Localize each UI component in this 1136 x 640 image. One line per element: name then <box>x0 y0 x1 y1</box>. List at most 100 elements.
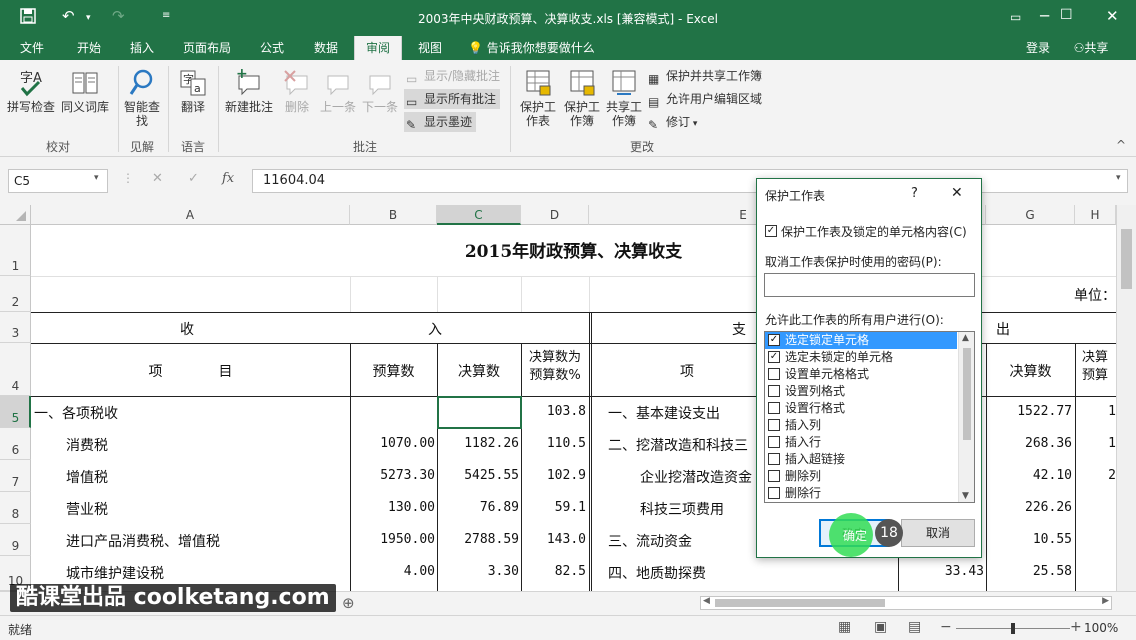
checkbox-icon <box>768 470 780 482</box>
track-changes-button[interactable]: ✎ 修订 ▾ <box>646 112 706 132</box>
tab-insert[interactable]: 插入 <box>118 36 166 60</box>
formula-input[interactable]: 11604.04 <box>252 169 1128 193</box>
previous-comment-icon <box>323 68 353 98</box>
column-header-b[interactable]: B <box>350 205 437 225</box>
share-button[interactable]: ⚇共享 <box>1062 36 1120 60</box>
ratio-cell: 143.0 <box>546 532 586 547</box>
row-header-2[interactable]: 2 <box>0 276 31 312</box>
column-header-h[interactable]: H <box>1075 205 1116 225</box>
zoom-out-icon[interactable]: − <box>940 619 952 635</box>
protect-sheet-button[interactable]: 保护工作表 <box>516 68 560 128</box>
step-badge: 18 <box>875 519 903 547</box>
row-header-3[interactable]: 3 <box>0 312 31 343</box>
maximize-icon[interactable]: ☐ <box>1060 7 1073 23</box>
protect-contents-checkbox[interactable]: ✓ 保护工作表及锁定的单元格内容(C) <box>765 223 979 239</box>
password-input[interactable] <box>764 273 975 297</box>
translate-button[interactable]: 字a 翻译 <box>174 68 212 114</box>
name-box[interactable]: C5 <box>8 169 108 193</box>
select-all-corner[interactable] <box>0 205 31 225</box>
column-header-g[interactable]: G <box>986 205 1075 225</box>
spelling-button[interactable]: 字A 拼写检查 <box>6 68 56 114</box>
row-header-9[interactable]: 9 <box>0 524 31 556</box>
allow-edit-ranges-button[interactable]: ▤ 允许用户编辑区域 <box>646 89 766 109</box>
share-workbook-button[interactable]: 共享工作簿 <box>604 68 644 128</box>
window-title: 2003年中央财政预算、决算收支.xls [兼容模式] - Excel <box>418 12 718 26</box>
row-header-1[interactable]: 1 <box>0 225 31 276</box>
active-cell-c5[interactable] <box>437 396 522 429</box>
expand-formula-icon[interactable]: ▾ <box>1116 173 1121 183</box>
column-header-a[interactable]: A <box>31 205 350 225</box>
chevron-down-icon[interactable]: ▼ <box>962 491 969 501</box>
list-item[interactable]: 删除行 <box>765 485 957 502</box>
insert-function-icon[interactable]: fx <box>222 171 234 186</box>
column-header-d[interactable]: D <box>521 205 589 225</box>
row-header-4[interactable]: 4 <box>0 343 31 396</box>
list-item[interactable]: 设置行格式 <box>765 400 957 417</box>
header-ratio: 决算数为预算数% <box>528 350 581 383</box>
zoom-slider-thumb[interactable] <box>1011 623 1015 634</box>
chevron-up-icon[interactable]: ▲ <box>962 333 969 343</box>
page-layout-view-icon[interactable]: ▣ <box>874 619 887 635</box>
list-scrollbar[interactable]: ▲ ▼ <box>958 332 974 502</box>
row-header-6[interactable]: 6 <box>0 428 31 460</box>
zoom-level[interactable]: 100% <box>1084 621 1118 635</box>
expense-label-left: 支 <box>732 322 746 338</box>
scroll-left-icon[interactable]: ◀ <box>703 596 710 606</box>
expense-final-cell: 1522.77 <box>1017 404 1072 419</box>
zoom-in-icon[interactable]: + <box>1070 619 1082 635</box>
column-header-c[interactable]: C <box>437 205 521 225</box>
close-icon[interactable]: ✕ <box>1106 7 1119 25</box>
expense-final-cell: 268.36 <box>1025 436 1072 451</box>
cancel-button[interactable]: 取消 <box>901 519 975 547</box>
protect-workbook-button[interactable]: 保护工作簿 <box>560 68 604 128</box>
ratio-cell: 110.5 <box>546 436 586 451</box>
tab-home[interactable]: 开始 <box>64 36 114 60</box>
tell-me-box[interactable]: 💡 告诉我你想要做什么 <box>468 36 608 60</box>
list-item[interactable]: 设置列格式 <box>765 383 957 400</box>
permissions-list[interactable]: ✓ 选定锁定单元格 ✓ 选定未锁定的单元格 设置单元格格式 设置列格式 设置行格式 … <box>764 331 975 503</box>
budget-cell: 4.00 <box>403 564 435 579</box>
status-ready: 就绪 <box>8 623 33 637</box>
list-item[interactable]: 删除列 <box>765 468 957 485</box>
show-all-comments-button[interactable]: ▭ 显示所有批注 <box>404 89 500 109</box>
name-box-dropdown-icon[interactable]: ▾ <box>94 173 99 183</box>
horizontal-scrollbar[interactable]: ◀ ▶ <box>700 596 1112 610</box>
ribbon-display-icon[interactable]: ▭ <box>1010 10 1021 24</box>
page-break-view-icon[interactable]: ▤ <box>908 619 921 635</box>
zoom-slider[interactable] <box>956 623 1070 634</box>
scroll-thumb[interactable] <box>715 599 885 607</box>
scroll-thumb[interactable] <box>963 348 971 440</box>
row-header-7[interactable]: 7 <box>0 460 31 492</box>
new-comment-button[interactable]: + 新建批注 <box>222 66 276 114</box>
tab-data[interactable]: 数据 <box>302 36 350 60</box>
tab-view[interactable]: 视图 <box>406 36 454 60</box>
comments-icon: ▭ <box>406 95 418 109</box>
list-item[interactable]: 插入行 <box>765 434 957 451</box>
tab-formulas[interactable]: 公式 <box>248 36 296 60</box>
list-item[interactable]: 设置单元格格式 <box>765 366 957 383</box>
minimize-icon[interactable]: ─ <box>1040 7 1049 25</box>
tab-review[interactable]: 审阅 <box>354 36 402 60</box>
login-link[interactable]: 登录 <box>1020 36 1056 60</box>
list-item[interactable]: ✓ 选定锁定单元格 <box>765 332 957 349</box>
tab-file[interactable]: 文件 <box>8 36 56 60</box>
smart-lookup-button[interactable]: 智能查找 <box>124 68 160 128</box>
share-workbook-icon <box>609 68 639 98</box>
help-icon[interactable]: ? <box>911 186 918 201</box>
tab-page-layout[interactable]: 页面布局 <box>172 36 242 60</box>
thesaurus-button[interactable]: 同义词库 <box>58 68 112 114</box>
scroll-right-icon[interactable]: ▶ <box>1102 596 1109 606</box>
show-ink-button[interactable]: ✎ 显示墨迹 <box>404 112 476 132</box>
add-sheet-icon[interactable]: ⊕ <box>342 594 355 612</box>
scroll-thumb[interactable] <box>1121 229 1132 289</box>
vertical-scrollbar[interactable] <box>1116 205 1136 591</box>
row-header-5[interactable]: 5 <box>0 396 31 428</box>
protect-share-button[interactable]: ▦ 保护并共享工作簿 <box>646 66 766 86</box>
dialog-close-icon[interactable]: ✕ <box>951 185 963 201</box>
list-item[interactable]: ✓ 选定未锁定的单元格 <box>765 349 957 366</box>
list-item[interactable]: 插入列 <box>765 417 957 434</box>
collapse-ribbon-icon[interactable]: ^ <box>1116 138 1126 152</box>
list-item[interactable]: 插入超链接 <box>765 451 957 468</box>
row-header-8[interactable]: 8 <box>0 492 31 524</box>
normal-view-icon[interactable]: ▦ <box>838 619 851 635</box>
